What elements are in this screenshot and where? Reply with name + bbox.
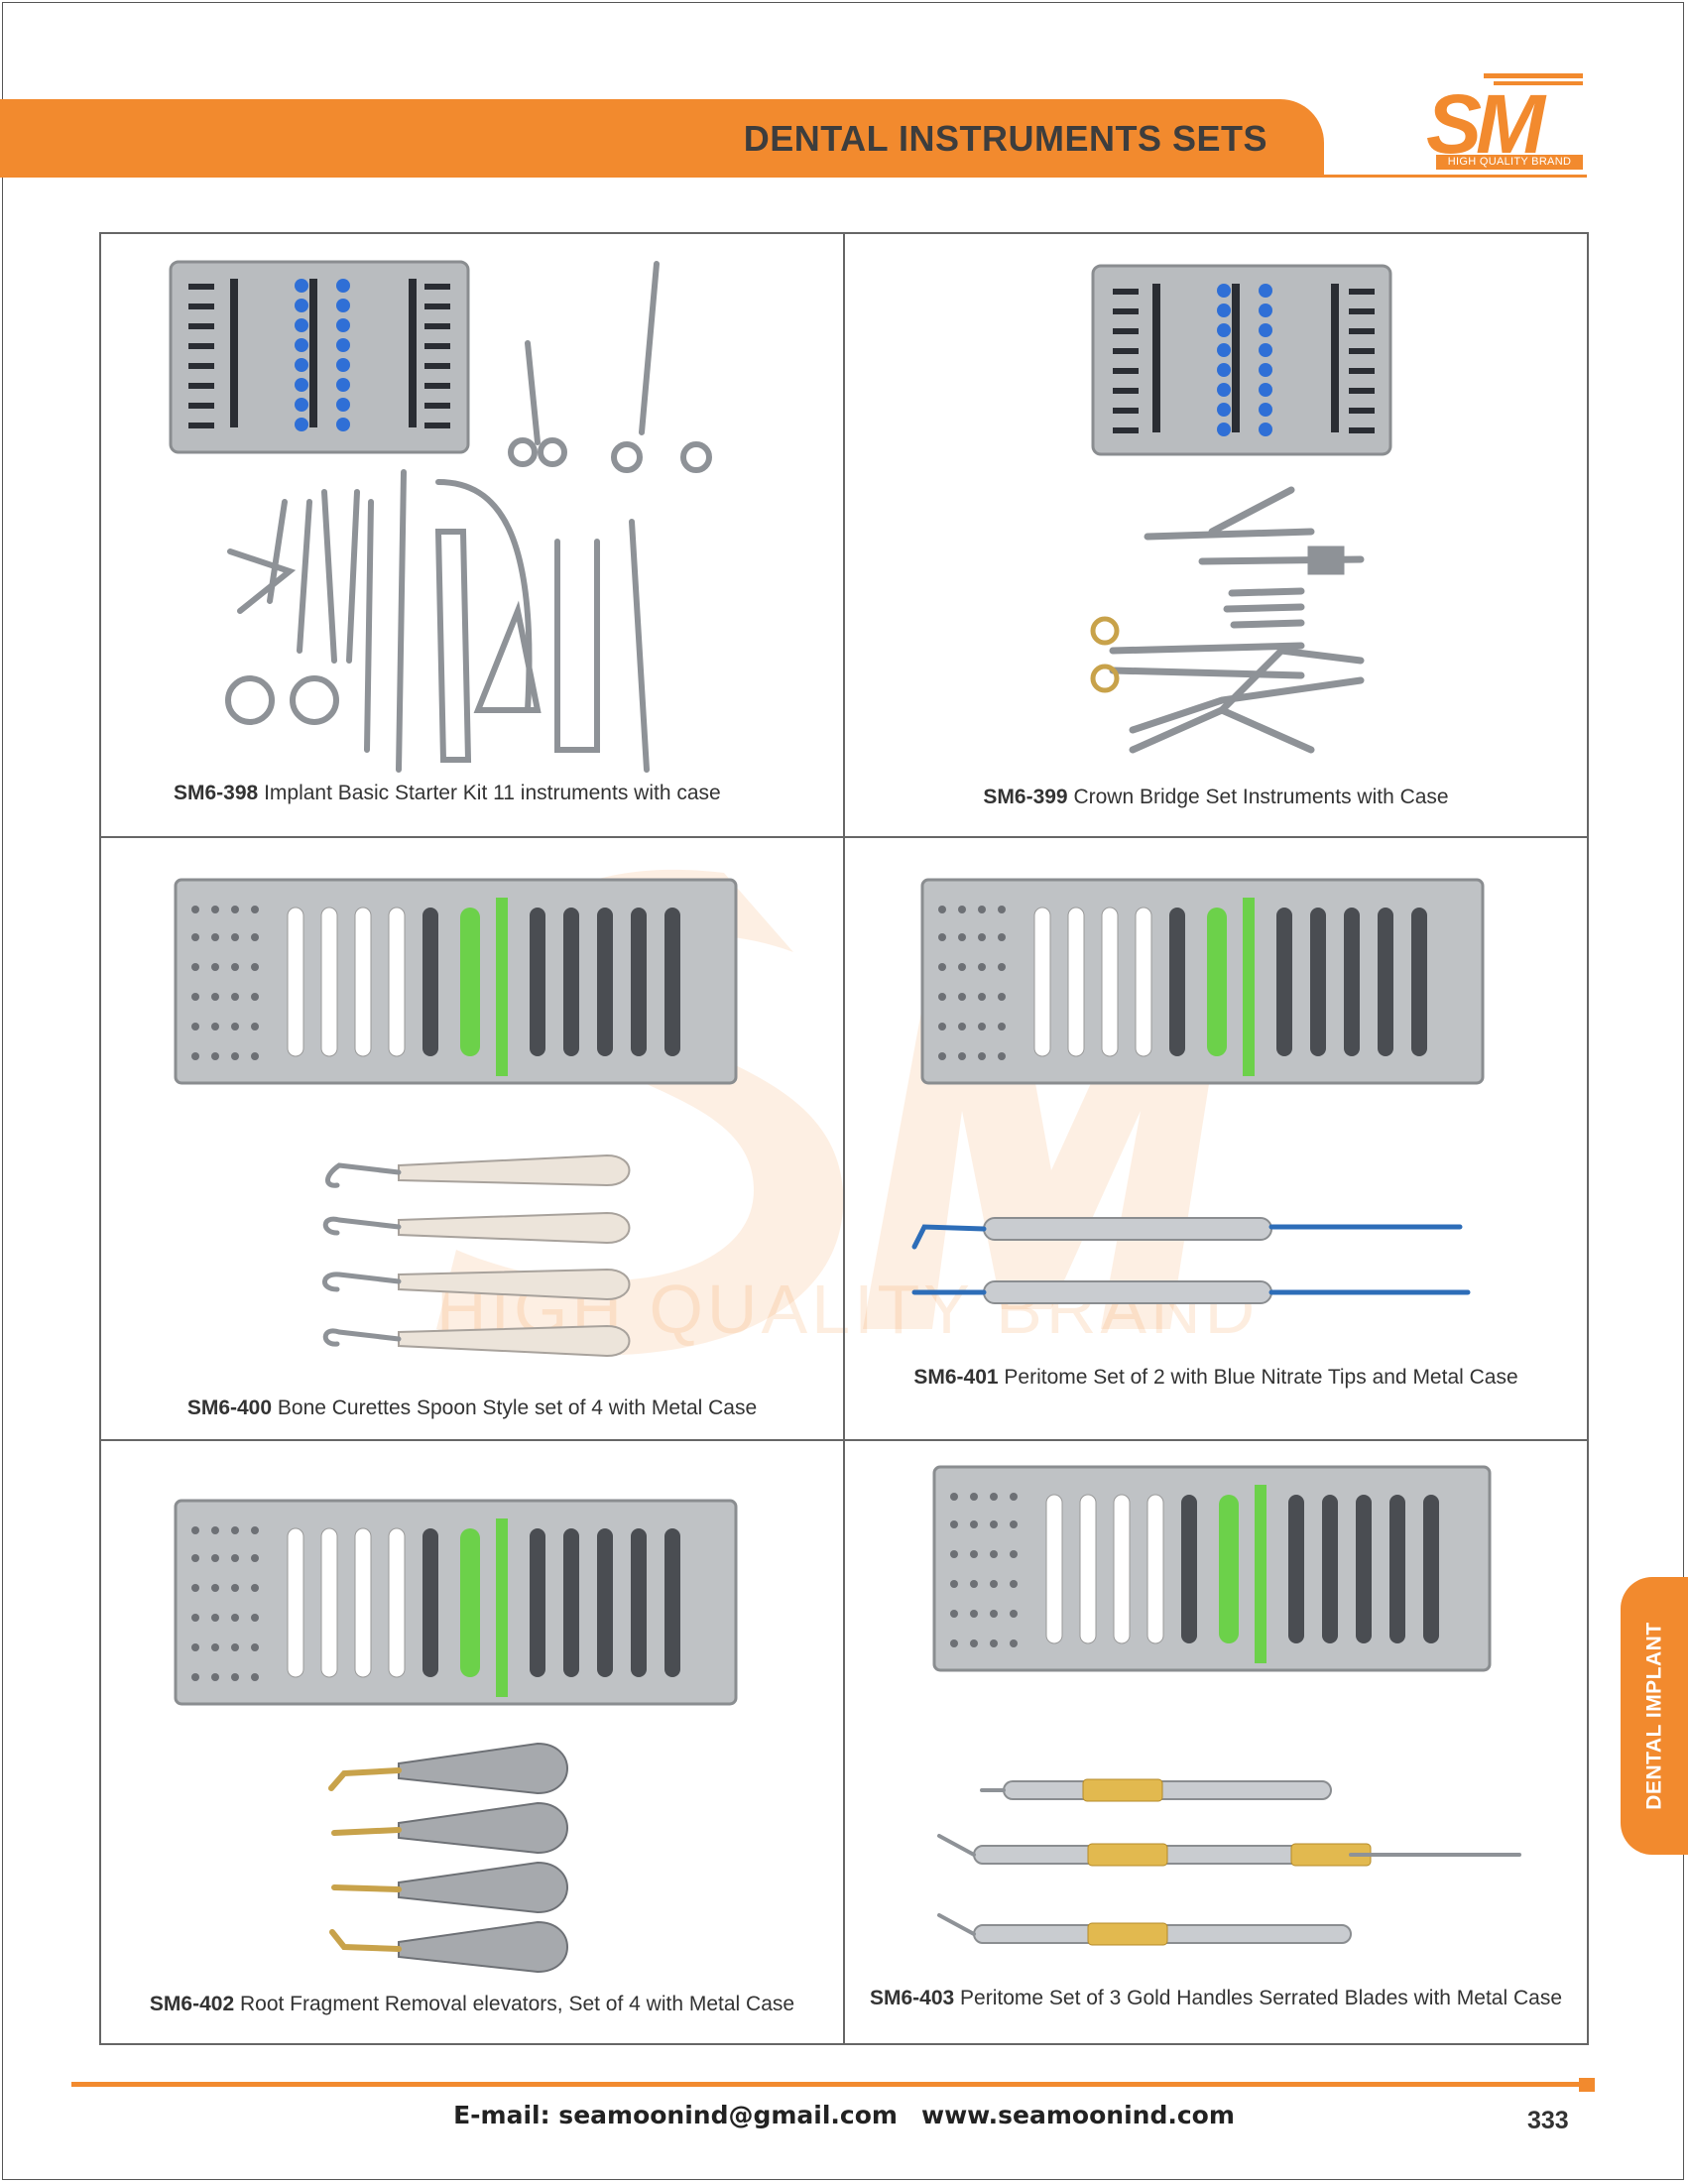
product-caption: SM6-401 Peritome Set of 2 with Blue Nitr… (845, 1366, 1587, 1390)
product-cell-sm6-402[interactable]: SM6-402 Root Fragment Removal elevators,… (101, 1441, 843, 2043)
section-side-label: DENTAL IMPLANT (1643, 1622, 1667, 1810)
product-code: SM6-401 (913, 1366, 999, 1389)
product-code: SM6-402 (149, 1993, 235, 2015)
footer-rule (71, 2082, 1579, 2087)
page-number: 333 (1527, 2107, 1569, 2134)
product-description: Peritome Set of 3 Gold Handles Serrated … (960, 1987, 1563, 2009)
footer-email[interactable]: E-mail: seamoonind@gmail.com (453, 2101, 898, 2129)
product-image-peritome-blue-tips (911, 878, 1485, 1304)
product-description: Bone Curettes Spoon Style set of 4 with … (277, 1396, 758, 1419)
product-code: SM6-398 (174, 782, 259, 804)
product-description: Peritome Set of 2 with Blue Nitrate Tips… (1004, 1366, 1518, 1389)
product-code: SM6-403 (869, 1987, 955, 2009)
product-description: Implant Basic Starter Kit 11 instruments… (264, 782, 721, 804)
product-code: SM6-400 (186, 1396, 273, 1419)
footer-contact: E-mail: seamoonind@gmail.com www.seamooni… (0, 2101, 1688, 2129)
product-cell-sm6-401[interactable]: SM6-401 Peritome Set of 2 with Blue Nitr… (845, 838, 1587, 1439)
product-image-bone-curettes (174, 878, 738, 1358)
product-cell-sm6-400[interactable]: SM6-400 Bone Curettes Spoon Style set of… (101, 838, 843, 1439)
footer-website[interactable]: www.seamoonind.com (921, 2101, 1235, 2129)
product-cell-sm6-398[interactable]: SM6-398 Implant Basic Starter Kit 11 ins… (101, 234, 843, 836)
product-caption: SM6-400 Bone Curettes Spoon Style set of… (101, 1396, 843, 1420)
product-cell-sm6-403[interactable]: SM6-403 Peritome Set of 3 Gold Handles S… (845, 1441, 1587, 2043)
product-caption: SM6-398 Implant Basic Starter Kit 11 ins… (174, 782, 721, 805)
section-side-label-container: DENTAL IMPLANT (1621, 1577, 1688, 1855)
product-image-peritome-gold-handles (932, 1465, 1521, 1946)
header-rule (0, 175, 1587, 178)
product-image-root-elevators (174, 1499, 738, 1974)
footer-rule-end (1579, 2078, 1595, 2092)
product-code: SM6-399 (983, 786, 1068, 808)
product-caption: SM6-403 Peritome Set of 3 Gold Handles S… (845, 1987, 1587, 2010)
product-description: Crown Bridge Set Instruments with Case (1073, 786, 1449, 808)
product-image-crown-bridge-set (1090, 264, 1392, 754)
product-description: Root Fragment Removal elevators, Set of … (239, 1993, 795, 2015)
page-title: DENTAL INSTRUMENTS SETS (743, 118, 1267, 159)
logo-tagline: HIGH QUALITY BRAND (1436, 155, 1583, 170)
product-cell-sm6-399[interactable]: SM6-399 Crown Bridge Set Instruments wit… (845, 234, 1587, 836)
product-image-implant-kit (169, 260, 712, 773)
product-caption: SM6-399 Crown Bridge Set Instruments wit… (845, 786, 1587, 809)
product-caption: SM6-402 Root Fragment Removal elevators,… (101, 1993, 843, 2016)
